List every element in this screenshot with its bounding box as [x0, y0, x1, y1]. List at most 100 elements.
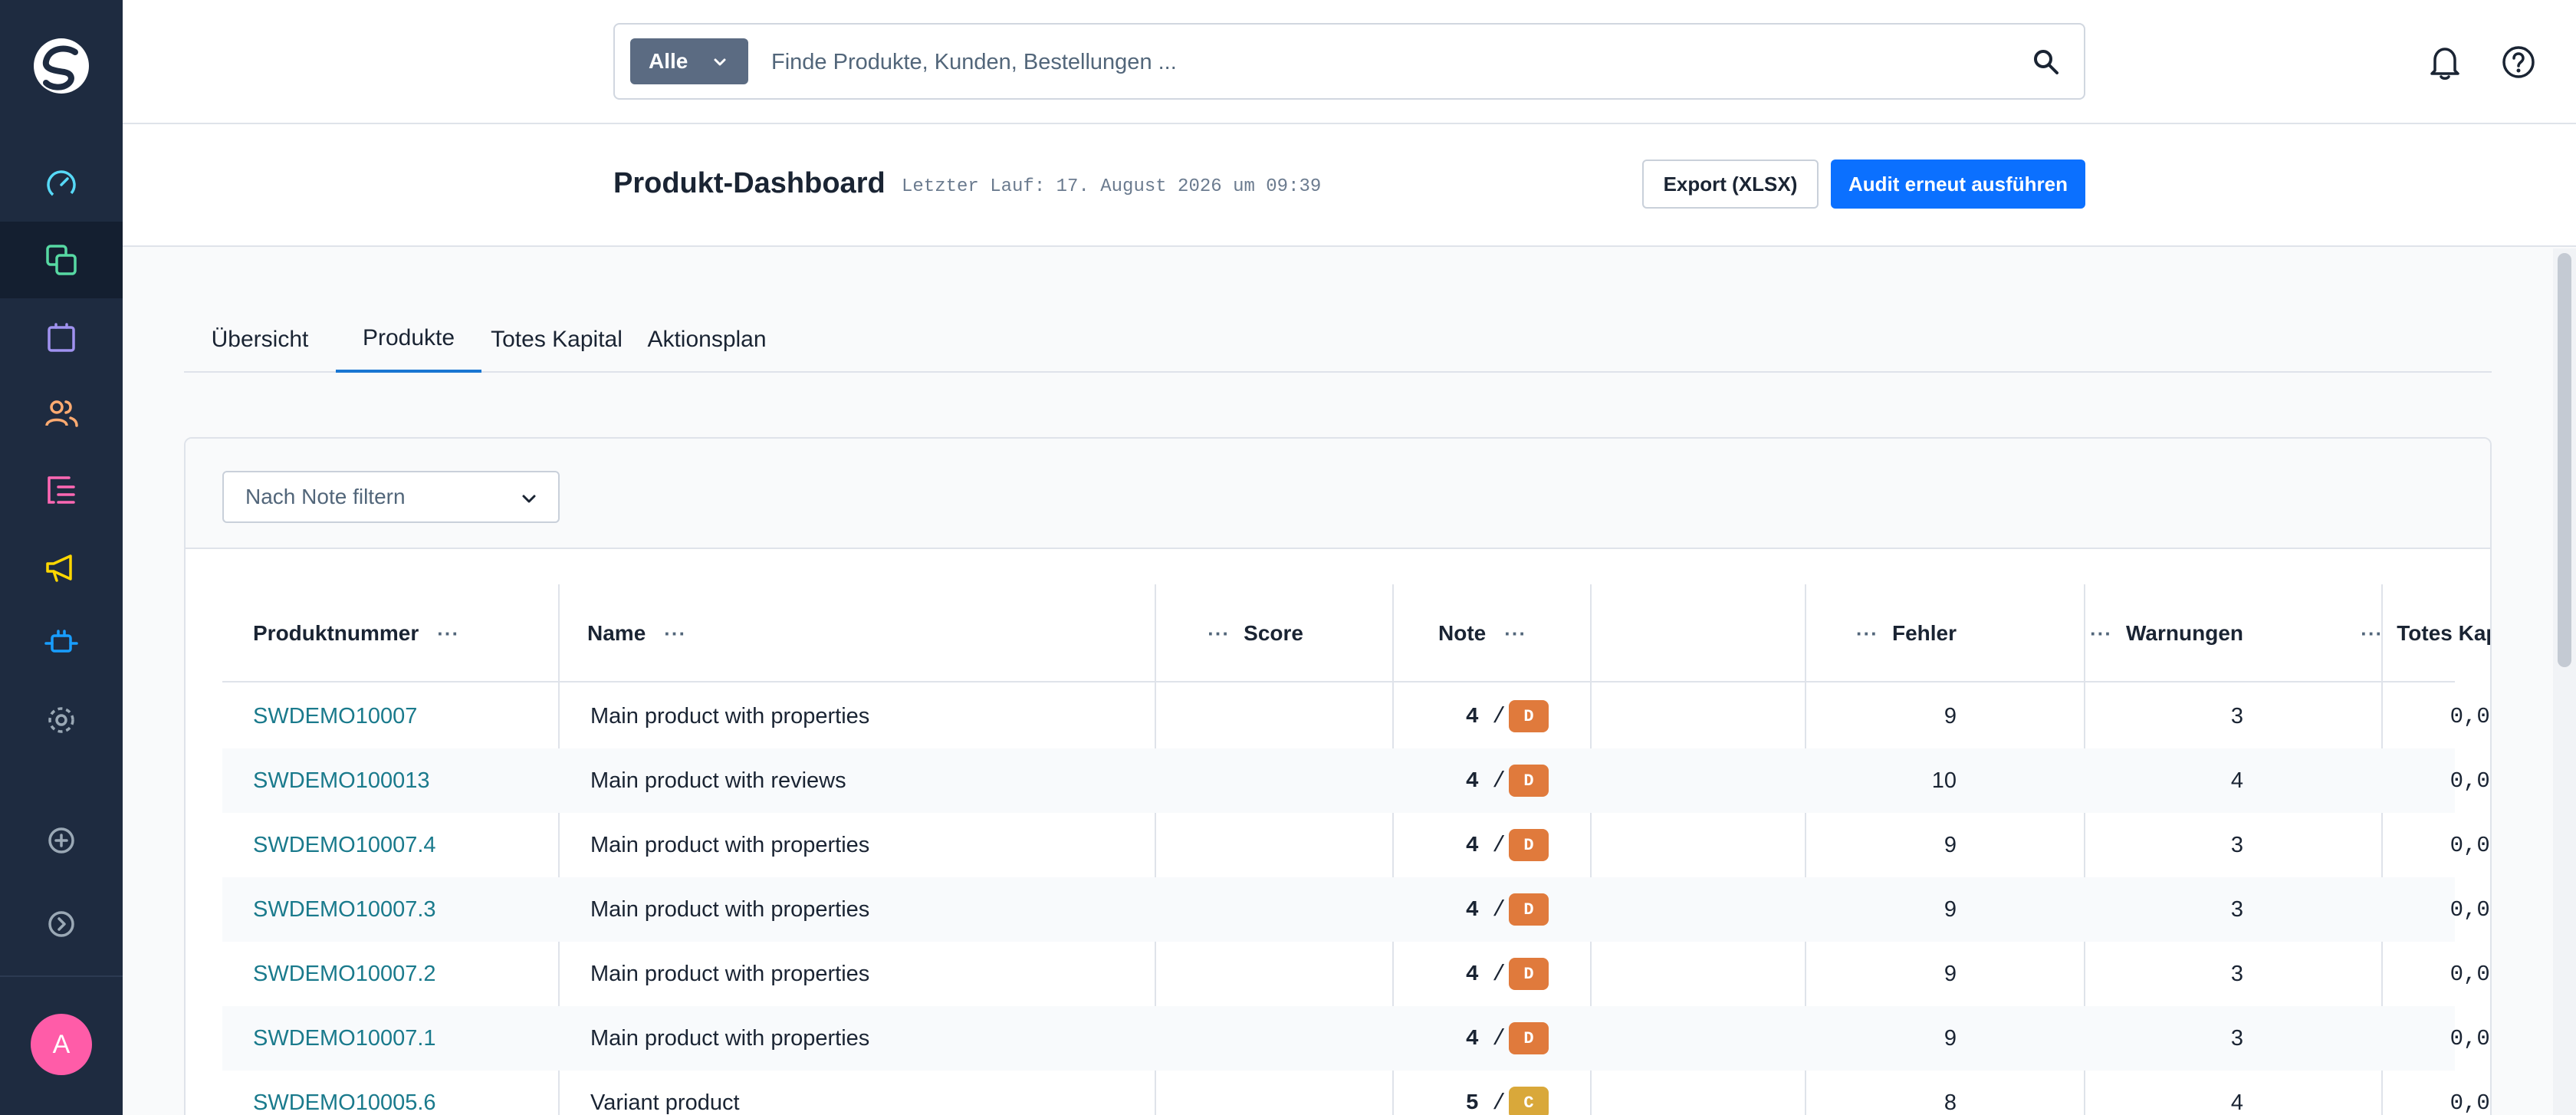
chevron-down-icon [522, 495, 536, 503]
column-menu-icon[interactable]: ··· [1856, 622, 1878, 646]
column-header-score-wrap [1219, 584, 2113, 682]
card-toolbar: Nach Note filtern [186, 439, 2490, 549]
table-row[interactable]: SWDEMO10007.1 Main product with properti… [222, 1006, 2490, 1071]
add-icon [48, 827, 74, 854]
grade-cell: C [1431, 1071, 1627, 1115]
product-name: Main product with properties [590, 1025, 870, 1051]
table-row[interactable]: SWDEMO10007.3 Main product with properti… [222, 877, 2490, 942]
column-menu-icon[interactable]: ··· [437, 622, 459, 646]
column-menu-icon[interactable]: ··· [664, 622, 686, 646]
table-row[interactable]: SWDEMO10007 Main product with properties… [222, 684, 2490, 748]
table-header: Produktnummer ··· Name ··· ··· Score Not… [222, 584, 2490, 682]
nav-content[interactable] [0, 452, 123, 528]
column-menu-icon[interactable]: ··· [2090, 622, 2112, 646]
grade-badge: C [1509, 1087, 1549, 1115]
product-number-link[interactable]: SWDEMO10007.1 [253, 1006, 575, 1071]
nav-customers[interactable] [0, 375, 123, 452]
table-row[interactable]: SWDEMO10005.6 Variant product 5 / 10 C 8… [222, 1071, 2490, 1115]
nav-catalogue[interactable] [0, 222, 123, 298]
grade-cell: D [1431, 748, 1627, 813]
product-number-link[interactable]: SWDEMO10005.6 [253, 1071, 575, 1115]
product-number-link[interactable]: SWDEMO10007.4 [253, 813, 575, 877]
product-name: Main product with properties [590, 703, 870, 729]
column-label: Warnungen [2126, 621, 2243, 645]
grade-cell: D [1431, 1006, 1627, 1071]
grade-badge: D [1509, 893, 1549, 926]
dead-capital-value: 0,00 € [2450, 1025, 2490, 1051]
tab-totes-kapital[interactable]: Totes Kapital [481, 307, 632, 373]
dead-capital-value: 0,00 € [2450, 768, 2490, 794]
dead-capital-value: 0,00 € [2450, 832, 2490, 858]
column-header-score[interactable]: ··· Score [1204, 584, 1303, 682]
tab-aktionsplan[interactable]: Aktionsplan [632, 307, 782, 373]
shopware-logo-icon[interactable] [31, 35, 92, 97]
tab-produkte[interactable]: Produkte [336, 307, 481, 373]
content-icon [48, 476, 75, 504]
nav-expand[interactable] [0, 886, 123, 962]
expand-icon [48, 911, 74, 937]
nav-add[interactable] [0, 802, 123, 879]
top-bar: Alle [123, 0, 2576, 124]
grade-badge: D [1509, 829, 1549, 861]
grade-cell: D [1431, 942, 1627, 1006]
help-icon[interactable] [2499, 43, 2538, 81]
grade-filter-select[interactable]: Nach Note filtern [222, 471, 560, 523]
rerun-audit-button[interactable]: Audit erneut ausführen [1831, 160, 2085, 209]
page-title: Produkt-Dashboard [613, 167, 886, 199]
global-search: Alle [613, 23, 2085, 100]
nav-extensions[interactable] [0, 605, 123, 682]
column-label: Fehler [1891, 621, 1957, 645]
product-name: Main product with properties [590, 961, 870, 986]
search-type-label: Alle [649, 49, 688, 73]
sidebar-divider [0, 975, 123, 977]
column-label: Name [587, 621, 646, 645]
marketing-icon [46, 554, 72, 582]
dead-capital-value: 0,00 € [2450, 703, 2490, 729]
export-xlsx-button[interactable]: Export (XLSX) [1642, 160, 1819, 209]
grade-cell: D [1431, 813, 1627, 877]
product-number-link[interactable]: SWDEMO100013 [253, 748, 575, 813]
nav-marketing[interactable] [0, 528, 123, 605]
column-header-warnungen[interactable]: ··· Warnungen [1986, 584, 2243, 682]
product-number-link[interactable]: SWDEMO10007.2 [253, 942, 575, 1006]
nav-dashboard[interactable] [0, 145, 123, 222]
extensions-icon [44, 630, 78, 653]
column-header-fehler[interactable]: ··· Fehler [1756, 584, 1957, 682]
product-name: Main product with reviews [590, 768, 846, 793]
column-menu-icon[interactable]: ··· [2361, 622, 2383, 646]
grade-cell: D [1431, 877, 1627, 942]
search-icon[interactable] [2032, 48, 2061, 77]
tab-bar: Übersicht Produkte Totes Kapital Aktions… [184, 307, 2492, 373]
grade-filter-placeholder: Nach Note filtern [245, 485, 406, 508]
bell-icon[interactable] [2426, 43, 2464, 81]
dead-capital-value: 0,00 € [2450, 896, 2490, 923]
nav-settings[interactable] [0, 682, 123, 758]
page-scrollbar-thumb[interactable] [2558, 253, 2571, 667]
nav-orders[interactable] [0, 298, 123, 375]
user-avatar[interactable]: A [31, 1014, 92, 1075]
search-type-dropdown[interactable]: Alle [630, 38, 748, 84]
table-row[interactable]: SWDEMO10007.4 Main product with properti… [222, 813, 2490, 877]
customers-icon [45, 400, 78, 427]
products-card: Nach Note filtern Produktnummer ··· Name… [184, 437, 2492, 1115]
settings-icon [48, 707, 74, 733]
tab-uebersicht[interactable]: Übersicht [184, 307, 336, 373]
column-menu-icon[interactable]: ··· [1504, 622, 1526, 646]
table-row[interactable]: SWDEMO100013 Main product with reviews 4… [222, 748, 2490, 813]
orders-icon [48, 323, 75, 352]
grade-badge: D [1509, 700, 1549, 732]
column-header-name[interactable]: Name ··· [587, 584, 817, 682]
grade-cell: D [1431, 684, 1627, 748]
column-header-totes-kapital[interactable]: ··· Totes Kapital [2277, 584, 2490, 682]
table-row[interactable]: SWDEMO10007.2 Main product with properti… [222, 942, 2490, 1006]
column-header-produktnummer[interactable]: Produktnummer ··· [253, 584, 483, 682]
search-input[interactable] [771, 41, 1967, 83]
product-number-link[interactable]: SWDEMO10007 [253, 684, 575, 748]
column-header-note[interactable]: Note ··· [1438, 584, 1592, 682]
column-menu-icon[interactable]: ··· [1208, 622, 1230, 646]
product-number-link[interactable]: SWDEMO10007.3 [253, 877, 575, 942]
grade-badge: D [1509, 765, 1549, 797]
column-label: Totes Kapital [2397, 621, 2490, 645]
grade-badge: D [1509, 1022, 1549, 1054]
sidebar: A [0, 0, 123, 1115]
